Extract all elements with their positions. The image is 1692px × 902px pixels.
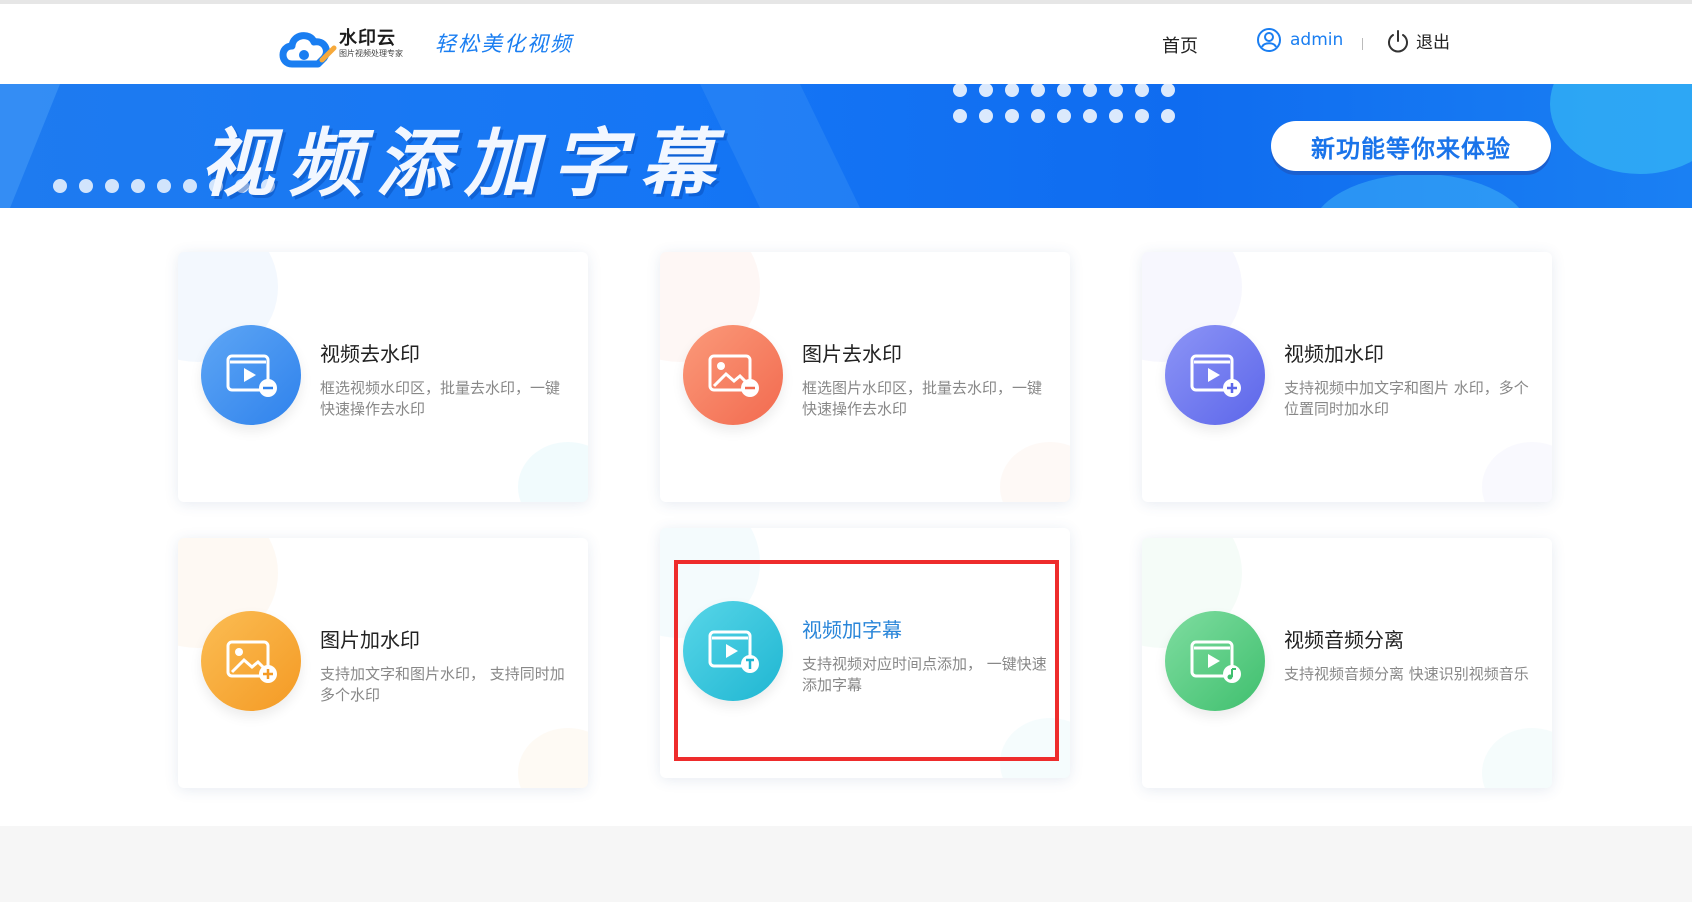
image-minus-icon — [683, 325, 783, 425]
card-description: 支持视频中加文字和图片 水印，多个位置同时加水印 — [1284, 379, 1529, 418]
nav-home-link[interactable]: 首页 — [1162, 32, 1198, 58]
card-title: 视频加字幕 — [802, 618, 902, 642]
banner-cta-button[interactable]: 新功能等你来体验 — [1271, 121, 1551, 171]
card-decoration — [1000, 718, 1070, 778]
card-video-add-subtitle[interactable]: 视频加字幕 支持视频对应时间点添加， 一键快速添加字幕 — [660, 528, 1070, 778]
card-title: 视频加水印 — [1284, 342, 1384, 366]
card-description: 支持加文字和图片水印， 支持同时加多个水印 — [320, 665, 565, 704]
card-decoration — [1482, 442, 1552, 502]
banner-title: 视频添加字幕 — [200, 121, 728, 207]
card-title: 视频音频分离 — [1284, 628, 1404, 652]
power-icon — [1388, 29, 1408, 52]
promo-banner[interactable]: 视频添加字幕 新功能等你来体验 — [0, 84, 1692, 208]
card-decoration — [518, 728, 588, 788]
user-icon — [1257, 28, 1281, 52]
video-text-icon — [683, 601, 783, 701]
video-minus-icon — [201, 325, 301, 425]
video-music-icon — [1165, 611, 1265, 711]
card-video-audio-separate[interactable]: 视频音频分离 支持视频音频分离 快速识别视频音乐 — [1142, 538, 1552, 788]
logo-name: 水印云 — [339, 28, 396, 49]
nav-user-link[interactable]: admin — [1256, 27, 1343, 53]
logout-label: 退出 — [1416, 33, 1450, 53]
nav-divider — [1362, 38, 1363, 50]
slogan: 轻松美化视频 — [435, 32, 573, 56]
card-image-remove-watermark[interactable]: 图片去水印 框选图片水印区，批量去水印，一键快速操作去水印 — [660, 252, 1070, 502]
logo-subtitle: 图片视频处理专家 — [339, 49, 403, 58]
card-description: 框选图片水印区，批量去水印，一键快速操作去水印 — [802, 379, 1043, 418]
card-decoration — [1000, 442, 1070, 502]
card-title: 图片去水印 — [802, 342, 902, 366]
card-description: 支持视频对应时间点添加， 一键快速添加字幕 — [802, 655, 1047, 694]
footer — [0, 826, 1692, 902]
card-title: 图片加水印 — [320, 628, 420, 652]
card-description: 框选视频水印区，批量去水印，一键快速操作去水印 — [320, 379, 561, 418]
video-plus-icon — [1165, 325, 1265, 425]
logout-button[interactable]: 退出 — [1386, 28, 1450, 53]
card-description: 支持视频音频分离 快速识别视频音乐 — [1284, 665, 1529, 683]
image-plus-icon — [201, 611, 301, 711]
card-decoration — [518, 442, 588, 502]
card-image-add-watermark[interactable]: 图片加水印 支持加文字和图片水印， 支持同时加多个水印 — [178, 538, 588, 788]
card-title: 视频去水印 — [320, 342, 420, 366]
card-decoration — [1482, 728, 1552, 788]
username: admin — [1290, 30, 1344, 50]
card-video-remove-watermark[interactable]: 视频去水印 框选视频水印区，批量去水印，一键快速操作去水印 — [178, 252, 588, 502]
card-video-add-watermark[interactable]: 视频加水印 支持视频中加文字和图片 水印，多个位置同时加水印 — [1142, 252, 1552, 502]
